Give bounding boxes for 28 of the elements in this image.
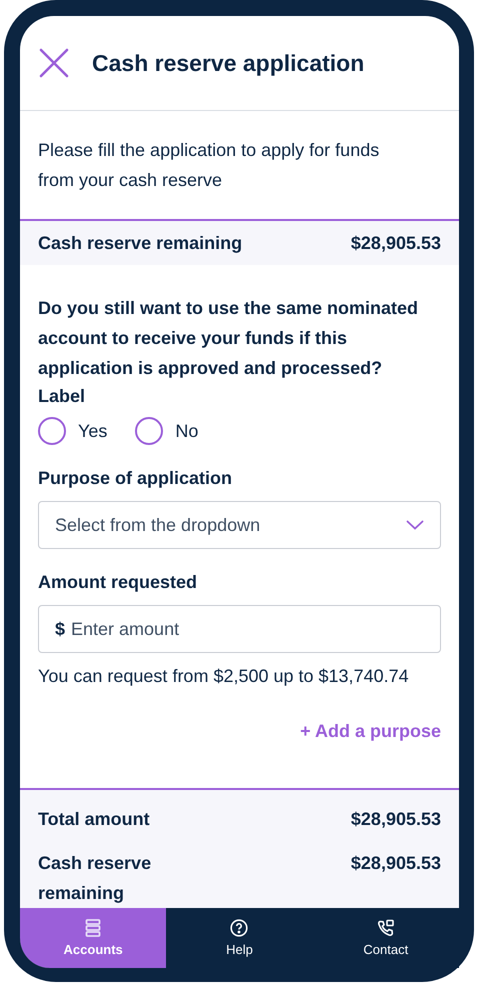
hint-text: You can request from $2,500 up to $13,740.74: [38, 665, 410, 687]
amount-input[interactable]: Enter amount: [71, 606, 424, 652]
radio-button[interactable]: [135, 417, 164, 445]
nav-tab[interactable]: Help: [166, 908, 313, 968]
summary-value: $28,905.53: [350, 852, 441, 875]
field-label: Label: [38, 385, 86, 408]
field-label: Purpose of application: [38, 467, 234, 490]
radio-button[interactable]: [38, 417, 66, 445]
close-icon[interactable]: [38, 47, 70, 79]
summary-label: Total amount: [38, 808, 150, 831]
phone-icon: [376, 919, 395, 937]
add-purpose-link[interactable]: + Add a purpose: [300, 721, 441, 742]
purpose-dropdown[interactable]: Select from the dropdown: [38, 501, 441, 549]
radio-label: Yes: [78, 420, 108, 442]
question-text: Do you still want to use the same nominated account to receive your funds if this application is approved and processed?: [38, 297, 420, 380]
chevron-icon: [406, 520, 424, 530]
stack-icon: [85, 919, 102, 937]
nav-tab[interactable]: Accounts: [20, 908, 166, 968]
reserve-label: Cash reserve remaining: [38, 232, 242, 254]
nav-tab[interactable]: Contact: [312, 908, 459, 968]
summary-label: Cash reserve remaining: [38, 852, 152, 905]
reserve-value: $28,905.53: [350, 232, 441, 254]
page-title: Cash reserve application: [92, 50, 364, 76]
summary-value: $28,905.53: [350, 808, 441, 831]
amount-field[interactable]: $ Enter amount: [38, 605, 441, 653]
help-icon: [230, 919, 248, 937]
field-label: Amount requested: [38, 571, 198, 594]
radio-label: No: [175, 420, 198, 442]
